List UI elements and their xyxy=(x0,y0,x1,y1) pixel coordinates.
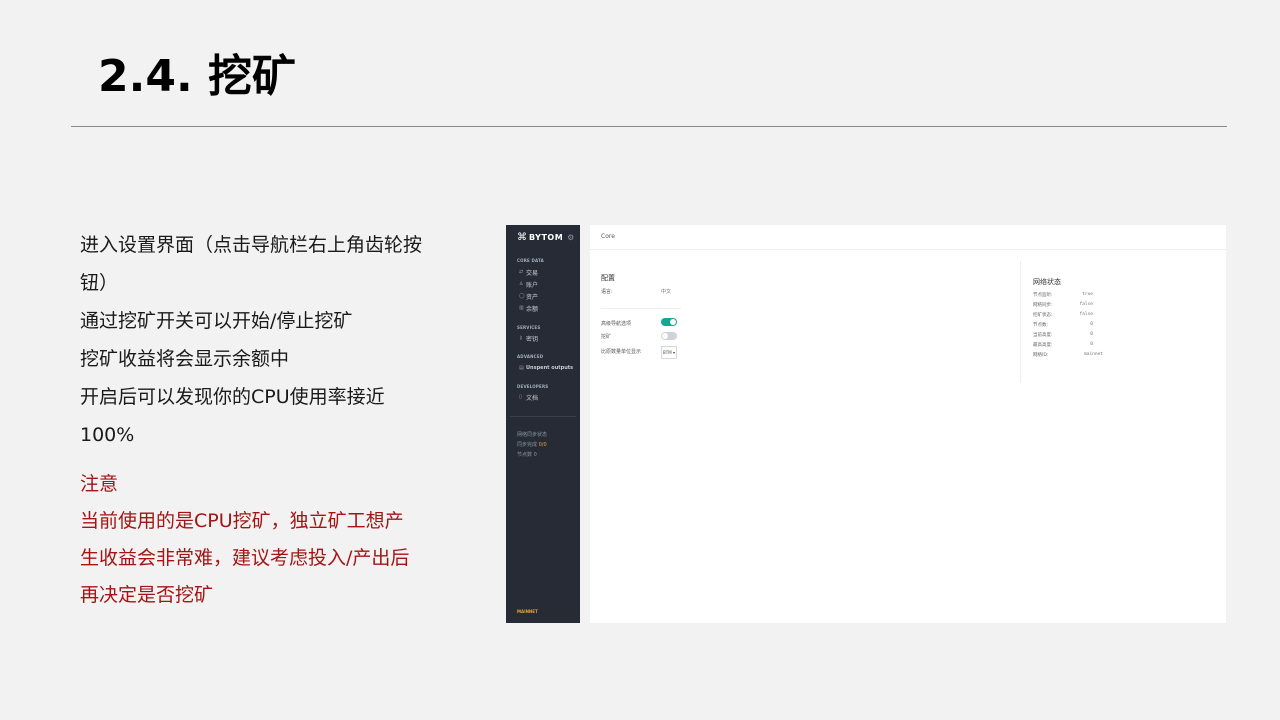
wallet-screenshot: ⌘ BYTOM ⚙ CORE DATA ⇄ 交易 ♙ 账户 ◯ 资产 ▥ 余额 … xyxy=(506,225,1226,623)
sidebar-item-transactions[interactable]: ⇄ 交易 xyxy=(519,267,538,277)
sidebar-item-label: 密钥 xyxy=(526,335,539,343)
sidebar: ⌘ BYTOM ⚙ CORE DATA ⇄ 交易 ♙ 账户 ◯ 资产 ▥ 余额 … xyxy=(506,225,580,623)
sidebar-item-label: 余额 xyxy=(526,305,539,313)
mining-label: 挖矿 xyxy=(601,334,612,340)
slide-title: 2.4. 挖矿 xyxy=(98,51,296,102)
asset-icon: ◯ xyxy=(519,293,525,299)
key-icon: ⚷ xyxy=(519,335,523,341)
status-row: 当前高度: 0 xyxy=(1033,332,1093,340)
sidebar-item-docs[interactable]: ▯ 文档 xyxy=(519,392,538,402)
logo-text: BYTOM xyxy=(529,233,564,242)
status-value: 0 xyxy=(1090,332,1093,337)
network-status-panel: 网络状态 节点监听: true 网络同步: false 挖矿状态: false … xyxy=(1020,261,1227,383)
instruction-line: 挖矿收益将会显示余额中 xyxy=(80,348,290,370)
instructions: 进入设置界面（点击导航栏右上角齿轮按 钮） 通过挖矿开关可以开始/停止挖矿 挖矿… xyxy=(80,226,480,454)
sidebar-item-balances[interactable]: ▥ 余额 xyxy=(519,303,538,313)
sidebar-divider xyxy=(510,416,576,417)
status-row: 最高高度: 0 xyxy=(1033,342,1093,350)
sync-peers-label: 节点数 xyxy=(517,452,533,458)
status-key: 挖矿状态: xyxy=(1033,313,1053,318)
status-row: 节点数: 0 xyxy=(1033,322,1093,330)
note-heading: 注意 xyxy=(80,473,119,495)
sidebar-item-assets[interactable]: ◯ 资产 xyxy=(519,291,538,301)
bytom-logo-icon: ⌘ xyxy=(517,232,527,243)
sidebar-item-accounts[interactable]: ♙ 账户 xyxy=(519,279,538,289)
instruction-line: 通过挖矿开关可以开始/停止挖矿 xyxy=(80,310,353,332)
section-core-data: CORE DATA xyxy=(517,258,544,263)
status-row: 网络ID: mainnet xyxy=(1033,352,1103,360)
config-divider xyxy=(601,308,681,309)
sync-peers-value: 0 xyxy=(533,452,537,458)
instruction-line: 100% xyxy=(80,424,135,446)
page-title: Core xyxy=(601,233,615,240)
sidebar-item-label: 账户 xyxy=(526,281,539,289)
note-line: 当前使用的是CPU挖矿，独立矿工想产 xyxy=(80,510,404,532)
instruction-line: 开启后可以发现你的CPU使用率接近 xyxy=(80,386,385,408)
language-value[interactable]: 中文 xyxy=(661,288,671,295)
status-value: mainnet xyxy=(1084,352,1103,357)
sidebar-item-unspent-outputs[interactable]: ▤ Unspent outputs xyxy=(519,363,573,373)
logo[interactable]: ⌘ BYTOM ⚙ xyxy=(517,232,574,244)
section-services: SERVICES xyxy=(517,325,541,330)
unit-select[interactable]: BTM ▾ xyxy=(661,346,677,359)
note-line: 再决定是否挖矿 xyxy=(80,584,214,606)
gear-icon[interactable]: ⚙ xyxy=(567,232,574,244)
status-value: 0 xyxy=(1090,322,1093,327)
language-label: 语言: xyxy=(601,289,613,295)
unit-label: 比原数量单位显示 xyxy=(601,349,642,355)
toggle-knob xyxy=(662,333,668,339)
network-status-title: 网络状态 xyxy=(1033,278,1061,286)
advanced-nav-label: 高级导航选项 xyxy=(601,321,632,327)
database-icon: ▤ xyxy=(519,365,524,371)
sync-title: 网络同步状态 xyxy=(517,432,548,438)
mining-toggle[interactable] xyxy=(661,332,677,340)
config-title: 配置 xyxy=(601,274,615,282)
transfer-icon: ⇄ xyxy=(519,269,524,275)
sync-peers: 节点数 0 xyxy=(517,451,537,458)
note: 注意 当前使用的是CPU挖矿，独立矿工想产 生收益会非常难，建议考虑投入/产出后… xyxy=(80,466,480,614)
status-key: 网络同步: xyxy=(1033,303,1053,308)
document-icon: ▯ xyxy=(519,394,522,400)
section-developers: DEVELOPERS xyxy=(517,384,549,389)
status-value: true xyxy=(1082,292,1093,297)
title-divider xyxy=(71,126,1227,127)
sidebar-item-label: 文档 xyxy=(526,394,539,402)
sidebar-item-label: 资产 xyxy=(526,293,539,301)
status-key: 节点监听: xyxy=(1033,293,1053,298)
note-line: 生收益会非常难，建议考虑投入/产出后 xyxy=(80,547,410,569)
sync-progress: 同步完成 0/0 xyxy=(517,441,547,448)
status-value: false xyxy=(1079,312,1093,317)
instruction-line: 进入设置界面（点击导航栏右上角齿轮按 xyxy=(80,234,423,256)
advanced-nav-toggle[interactable] xyxy=(661,318,677,326)
status-row: 挖矿状态: false xyxy=(1033,312,1093,320)
sidebar-item-label: Unspent outputs xyxy=(526,365,574,371)
sidebar-item-label: 交易 xyxy=(526,269,539,277)
toggle-knob xyxy=(670,319,676,325)
main-panel: Core 配置 语言: 中文 高级导航选项 挖矿 比原数量单位显示 BTM ▾ … xyxy=(590,225,1226,623)
section-advanced: ADVANCED xyxy=(517,354,544,359)
status-key: 当前高度: xyxy=(1033,333,1053,338)
user-icon: ♙ xyxy=(519,281,524,287)
bar-chart-icon: ▥ xyxy=(519,305,524,311)
sidebar-gap xyxy=(580,225,590,623)
sidebar-item-keys[interactable]: ⚷ 密钥 xyxy=(519,333,538,343)
sync-progress-label: 同步完成 xyxy=(517,442,538,448)
instruction-line: 钮） xyxy=(80,272,119,294)
status-key: 最高高度: xyxy=(1033,343,1053,348)
status-value: 0 xyxy=(1090,342,1093,347)
sync-progress-value: 0/0 xyxy=(538,442,547,448)
status-key: 网络ID: xyxy=(1033,353,1049,358)
status-value: false xyxy=(1079,302,1093,307)
network-badge: MAINNET xyxy=(517,609,538,614)
main-header: Core xyxy=(590,225,1226,250)
status-key: 节点数: xyxy=(1033,323,1049,328)
status-row: 节点监听: true xyxy=(1033,292,1093,300)
status-row: 网络同步: false xyxy=(1033,302,1093,310)
